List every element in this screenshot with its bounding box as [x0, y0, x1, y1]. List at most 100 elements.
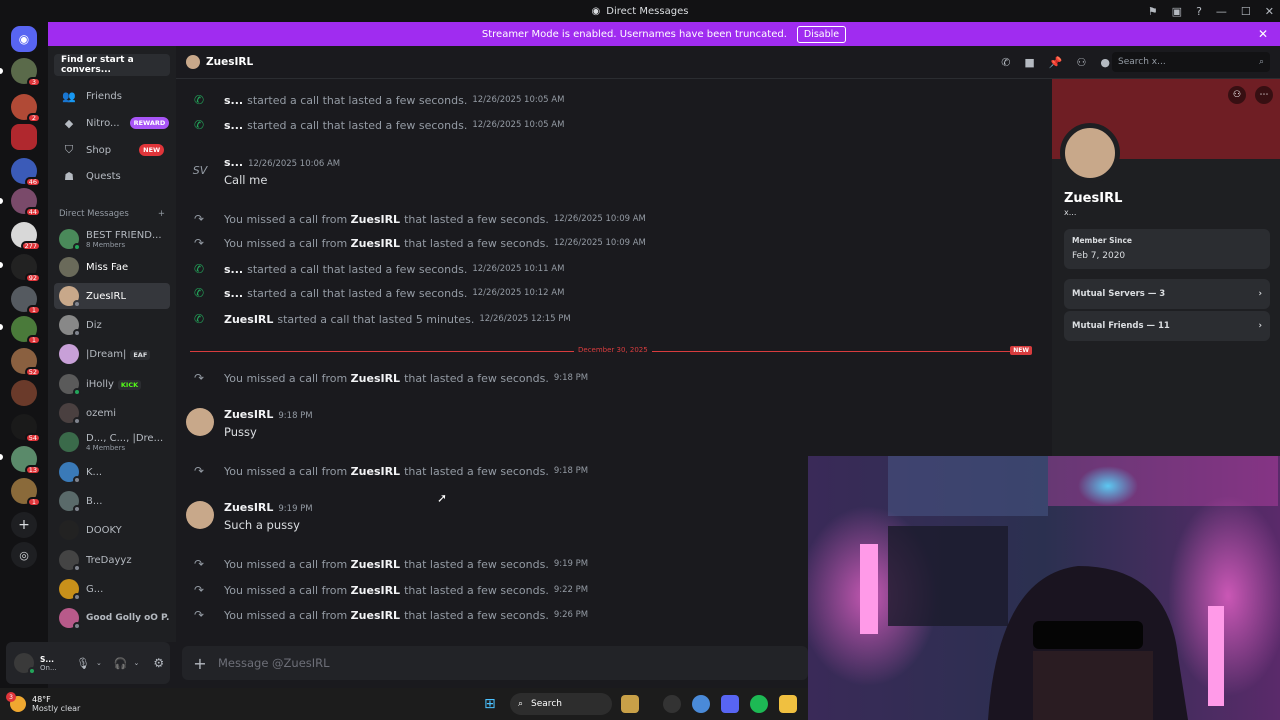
add-friends-icon[interactable]: ⚇ [1077, 56, 1087, 69]
mutual-friends-row[interactable]: Mutual Friends — 11 › [1064, 311, 1270, 341]
nav-friends[interactable]: 👥 Friends [54, 84, 174, 108]
friends-icon: 👥 [62, 89, 76, 103]
avatar [186, 55, 200, 69]
chevron-down-icon[interactable]: ⌄ [134, 659, 140, 667]
avatar[interactable] [14, 653, 36, 675]
chevron-right-icon: › [1258, 289, 1262, 299]
message-input[interactable]: + Message @ZuesIRL [182, 646, 808, 680]
dm-item[interactable]: B... [54, 488, 170, 514]
missed-call-event: ↷ You missed a call from ZuesIRL that last… [194, 583, 589, 597]
nav-nitro[interactable]: ◆ Nitro... REWARD [54, 111, 174, 135]
add-friend-icon[interactable]: ⚇ [1228, 86, 1246, 104]
dm-item[interactable]: Good Golly oO P... [54, 605, 170, 631]
phone-icon: ✆ [194, 286, 205, 300]
server-icon[interactable] [11, 380, 37, 406]
chevron-down-icon[interactable]: ⌄ [96, 659, 102, 667]
chrome-icon[interactable] [692, 695, 710, 713]
maximize-button[interactable]: ☐ [1241, 5, 1251, 18]
dm-item[interactable]: D..., C..., |Dre... 4 Members [54, 429, 170, 455]
spotify-icon[interactable] [750, 695, 768, 713]
dm-item[interactable]: Diz [54, 312, 170, 338]
mouse-cursor: ➚ [437, 491, 448, 505]
headphones-icon[interactable]: 🎧 [114, 657, 128, 670]
missed-call-event: ↷ You missed a call from ZuesIRL that last… [194, 464, 589, 478]
close-icon[interactable]: ✕ [1258, 27, 1268, 41]
taskbar-search[interactable]: ⌕ Search [510, 693, 612, 715]
inbox-icon[interactable]: ⚑ [1148, 5, 1158, 18]
file-explorer-icon[interactable] [779, 695, 797, 713]
server-rail: ◉ 3 2 46 44 277 92 1 1 52 54 13 1 + ◎ [0, 22, 48, 688]
server-icon[interactable]: 1 [11, 478, 41, 507]
discord-icon: ◉ [591, 5, 601, 17]
disable-button[interactable]: Disable [796, 25, 847, 43]
voice-call-icon[interactable]: ✆ [1001, 56, 1010, 69]
search-input[interactable]: Search x... ⌕ [1112, 52, 1270, 72]
missed-call-event: ↷ You missed a call from ZuesIRL that last… [194, 236, 646, 250]
discover-icon[interactable]: ◎ [11, 542, 37, 568]
missed-call-icon: ↷ [194, 212, 205, 226]
profile-avatar[interactable] [1060, 123, 1120, 183]
mutual-servers-row[interactable]: Mutual Servers — 3 › [1064, 279, 1270, 309]
avatar[interactable] [186, 408, 214, 436]
nav-quests[interactable]: ☗ Quests [54, 164, 174, 188]
missed-call-icon: ↷ [194, 608, 205, 622]
weather-widget[interactable]: 3 48°F Mostly clear [6, 692, 80, 713]
gear-icon[interactable]: ⚙ [153, 656, 164, 670]
close-window-button[interactable]: ✕ [1265, 5, 1274, 18]
add-attachment-icon[interactable]: + [182, 654, 218, 673]
dm-item-active[interactable]: ZuesIRL [54, 283, 170, 309]
search-icon: ⌕ [518, 699, 524, 709]
avatar[interactable] [186, 501, 214, 529]
webcam-overlay [808, 456, 1280, 720]
dm-item[interactable]: Miss Fae [54, 254, 170, 280]
dm-item[interactable]: DOOKY [54, 517, 170, 543]
nav-shop[interactable]: ⛉ Shop NEW [54, 138, 174, 162]
server-icon[interactable]: 92 [11, 254, 41, 283]
discord-taskbar-icon[interactable] [721, 695, 739, 713]
dm-item[interactable]: |Dream| EAF [54, 341, 170, 367]
server-icon[interactable]: 13 [11, 446, 41, 475]
call-event: ✆ ZuesIRL started a call that lasted 5 min… [194, 312, 571, 326]
server-icon[interactable]: 2 [11, 94, 41, 123]
add-dm-icon[interactable]: + [158, 209, 165, 219]
avatar[interactable]: SV [186, 156, 214, 184]
missed-call-icon: ↷ [194, 583, 205, 597]
missed-call-icon: ↷ [194, 371, 205, 385]
profile-panel: ⚇ ⋯ ZuesIRL x... Member Since Feb 7, 202… [1052, 79, 1280, 456]
obs-icon[interactable] [663, 695, 681, 713]
video-call-icon[interactable]: ■ [1024, 56, 1034, 69]
missed-call-event: ↷ You missed a call from ZuesIRL that last… [194, 557, 589, 571]
dm-item[interactable]: TreDayyz [54, 547, 170, 573]
dm-section-header: Direct Messages + [59, 209, 165, 219]
server-icon[interactable]: 3 [11, 58, 41, 87]
server-icon[interactable]: 277 [11, 222, 41, 251]
home-button[interactable]: ◉ [11, 26, 37, 52]
minimize-button[interactable]: — [1216, 5, 1227, 18]
missed-call-icon: ↷ [194, 464, 205, 478]
dm-item[interactable]: iHolly KICK [54, 371, 170, 397]
server-icon[interactable]: 46 [11, 158, 41, 187]
server-icon[interactable]: 44 [11, 188, 41, 217]
missed-call-event: ↷ You missed a call from ZuesIRL that last… [194, 212, 646, 226]
add-server-icon[interactable]: + [11, 512, 37, 538]
more-icon[interactable]: ⋯ [1255, 86, 1273, 104]
microphone-icon[interactable]: 🎙 [76, 657, 90, 670]
screen-icon[interactable]: ▣ [1172, 5, 1182, 18]
widgets-icon[interactable] [621, 695, 639, 713]
banner-text: Streamer Mode is enabled. Usernames have… [481, 28, 787, 40]
server-icon[interactable]: 1 [11, 286, 41, 315]
user-profile-icon[interactable]: ● [1100, 56, 1110, 69]
help-icon[interactable]: ? [1196, 5, 1202, 18]
dm-search-input[interactable]: Find or start a convers... [54, 54, 170, 76]
server-icon[interactable]: 54 [11, 414, 41, 443]
dm-item[interactable]: BEST FRIEND... 8 Members [54, 226, 170, 252]
windows-start-icon[interactable]: ⊞ [484, 696, 496, 712]
server-icon[interactable]: 52 [11, 348, 41, 377]
dm-item[interactable]: ozemi [54, 400, 170, 426]
server-icon[interactable] [11, 124, 37, 150]
server-icon[interactable]: 1 [11, 316, 41, 345]
dm-item[interactable]: G... [54, 576, 170, 602]
title-bar: ◉ Direct Messages ⚑ ▣ ? — ☐ ✕ [0, 0, 1280, 22]
pin-icon[interactable]: 📌 [1049, 56, 1063, 69]
dm-item[interactable]: K... [54, 459, 170, 485]
